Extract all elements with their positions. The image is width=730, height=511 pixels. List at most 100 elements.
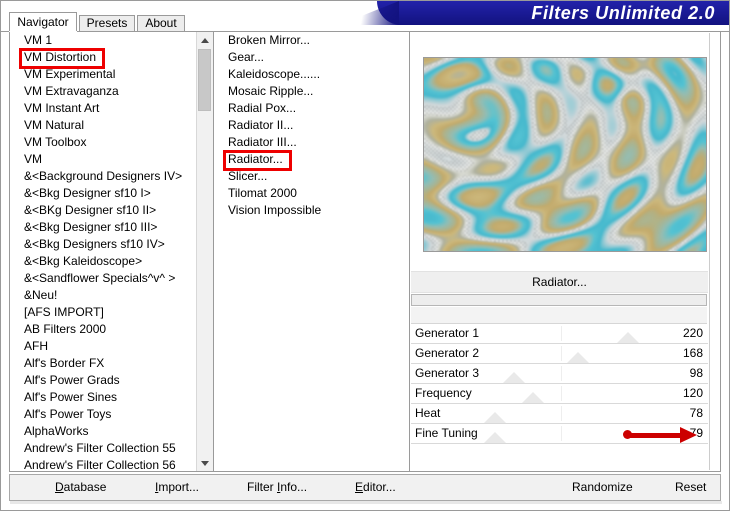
parameter-row[interactable]: Fine Tuning 79 [411, 424, 708, 444]
filter-list-item[interactable]: Vision Impossible [214, 202, 409, 219]
parameter-label: Generator 1 [415, 326, 480, 340]
parameter-slider-handle[interactable] [484, 432, 506, 443]
parameter-value: 220 [682, 326, 703, 340]
parameter-label: Generator 3 [415, 366, 480, 380]
category-list-item[interactable]: VM 1 [10, 32, 213, 49]
filter-list-item[interactable]: Tilomat 2000 [214, 185, 409, 202]
category-list-item[interactable]: Andrew's Filter Collection 56 [10, 457, 213, 471]
category-list-item[interactable]: &<Bkg Designer sf10 III> [10, 219, 213, 236]
parameter-slider-handle[interactable] [503, 372, 525, 383]
parameter-row[interactable]: Generator 2 168 [411, 344, 708, 364]
parameter-center-tick [561, 386, 562, 401]
category-list-item[interactable]: &<Bkg Kaleidoscope> [10, 253, 213, 270]
category-list-item[interactable]: VM Extravaganza [10, 83, 213, 100]
filter-listbox[interactable]: Broken Mirror... Gear... Kaleidoscope.....… [214, 32, 409, 471]
tab-about[interactable]: About [137, 15, 185, 31]
bottom-toolbar: Database Import... Filter Info... Editor… [9, 474, 721, 501]
filter-list-pane: Broken Mirror... Gear... Kaleidoscope.....… [214, 32, 410, 472]
category-list-pane: VM 1 VM Distortion VM Experimental VM Extra… [9, 32, 214, 472]
filter-list-item[interactable]: Mosaic Ripple... [214, 83, 409, 100]
category-list-item[interactable]: VM [10, 151, 213, 168]
tab-navigator-label: Navigator [17, 15, 69, 29]
category-scroll-thumb[interactable] [198, 49, 211, 111]
tab-strip: Navigator Presets About [1, 12, 729, 32]
category-list-item[interactable]: Alf's Power Sines [10, 389, 213, 406]
editor-button-accel: E [355, 480, 364, 494]
filter-list-item[interactable]: Radiator II... [214, 117, 409, 134]
parameter-value: 120 [682, 386, 703, 400]
parameter-list: Generator 1 220 Generator 2 168 Generator 3 9… [411, 324, 708, 444]
parameter-center-tick [561, 346, 562, 361]
category-listbox[interactable]: VM 1 VM Distortion VM Experimental VM Extra… [10, 32, 213, 471]
category-scrollbar[interactable] [196, 32, 213, 471]
category-list-item[interactable]: &Neu! [10, 287, 213, 304]
progress-bar [411, 294, 707, 306]
filter-info-button[interactable]: Filter Info... [247, 480, 307, 494]
filter-list-item[interactable]: Broken Mirror... [214, 32, 409, 49]
database-button[interactable]: Database [55, 480, 106, 494]
category-list-item[interactable]: AlphaWorks [10, 423, 213, 440]
bottom-toolbar-right-group: Randomize Reset [495, 475, 720, 500]
parameter-slider-handle[interactable] [522, 392, 544, 403]
filter-list-item[interactable]: Kaleidoscope...... [214, 66, 409, 83]
parameter-label: Fine Tuning [415, 426, 478, 440]
parameter-value: 79 [689, 426, 703, 440]
category-list-item[interactable]: &<Background Designers IV> [10, 168, 213, 185]
category-list-item[interactable]: Alf's Border FX [10, 355, 213, 372]
tab-about-label: About [145, 16, 177, 30]
parameter-center-tick [561, 366, 562, 381]
editor-button[interactable]: Editor... [355, 480, 396, 494]
category-list-item[interactable]: VM Experimental [10, 66, 213, 83]
category-list-item[interactable]: Alf's Power Grads [10, 372, 213, 389]
category-list-item[interactable]: AFH [10, 338, 213, 355]
parameter-slider-handle[interactable] [484, 412, 506, 423]
chevron-up-icon [200, 37, 209, 43]
tab-presets-label: Presets [86, 16, 128, 30]
parameter-row[interactable]: Generator 3 98 [411, 364, 708, 384]
category-list-item[interactable]: &<BKg Designer sf10 II> [10, 202, 213, 219]
filters-unlimited-window: Filters Unlimited 2.0 Navigator Presets … [0, 0, 730, 511]
editor-button-label: ditor... [363, 480, 396, 494]
category-list-item[interactable]: Alf's Power Toys [10, 406, 213, 423]
parameter-row[interactable]: Heat 78 [411, 404, 708, 424]
filter-list-item[interactable]: Radiator III... [214, 134, 409, 151]
category-list-item[interactable]: &<Sandflower Specials^v^ > [10, 270, 213, 287]
category-list-item[interactable]: VM Distortion [10, 49, 213, 66]
parameter-slider-handle[interactable] [617, 332, 639, 343]
parameter-row[interactable]: Generator 1 220 [411, 324, 708, 344]
parameter-panel-edge [709, 33, 710, 470]
database-button-label: atabase [63, 480, 107, 494]
randomize-button[interactable]: Randomize [572, 480, 633, 494]
category-list-item[interactable]: Andrew's Filter Collection 55 [10, 440, 213, 457]
parameter-center-tick [561, 406, 562, 421]
filter-list-item[interactable]: Radiator... [214, 151, 409, 168]
category-list-item[interactable]: VM Toolbox [10, 134, 213, 151]
parameter-slider-handle[interactable] [567, 352, 589, 363]
category-list-item[interactable]: &<Bkg Designers sf10 IV> [10, 236, 213, 253]
category-scroll-up-button[interactable] [197, 32, 212, 48]
current-filter-title: Radiator... [411, 271, 708, 293]
filter-preview-image [424, 58, 706, 251]
tab-navigator[interactable]: Navigator [9, 12, 77, 32]
preview-and-parameters-pane: Radiator... Generator 1 220 Generator 2 168… [410, 32, 721, 472]
category-list-item[interactable]: [AFS IMPORT] [10, 304, 213, 321]
category-list-item[interactable]: AB Filters 2000 [10, 321, 213, 338]
filter-info-button-label: nfo... [280, 480, 308, 494]
filter-list-item[interactable]: Slicer... [214, 168, 409, 185]
category-list-item[interactable]: &<Bkg Designer sf10 I> [10, 185, 213, 202]
tab-presets[interactable]: Presets [79, 15, 135, 31]
parameter-row[interactable]: Frequency 120 [411, 384, 708, 404]
category-list-item[interactable]: VM Natural [10, 117, 213, 134]
parameter-center-tick [561, 326, 562, 341]
database-button-accel: D [55, 480, 64, 494]
import-button[interactable]: Import... [155, 480, 199, 494]
filter-list-item[interactable]: Gear... [214, 49, 409, 66]
filter-preview[interactable] [423, 57, 707, 252]
category-list-item[interactable]: VM Instant Art [10, 100, 213, 117]
filter-list-item[interactable]: Radial Pox... [214, 100, 409, 117]
reset-button[interactable]: Reset [675, 480, 706, 494]
category-scroll-down-button[interactable] [197, 455, 212, 471]
import-button-label: mport... [158, 480, 200, 494]
parameter-value: 168 [682, 346, 703, 360]
parameter-scroll-gutter[interactable] [710, 32, 720, 471]
